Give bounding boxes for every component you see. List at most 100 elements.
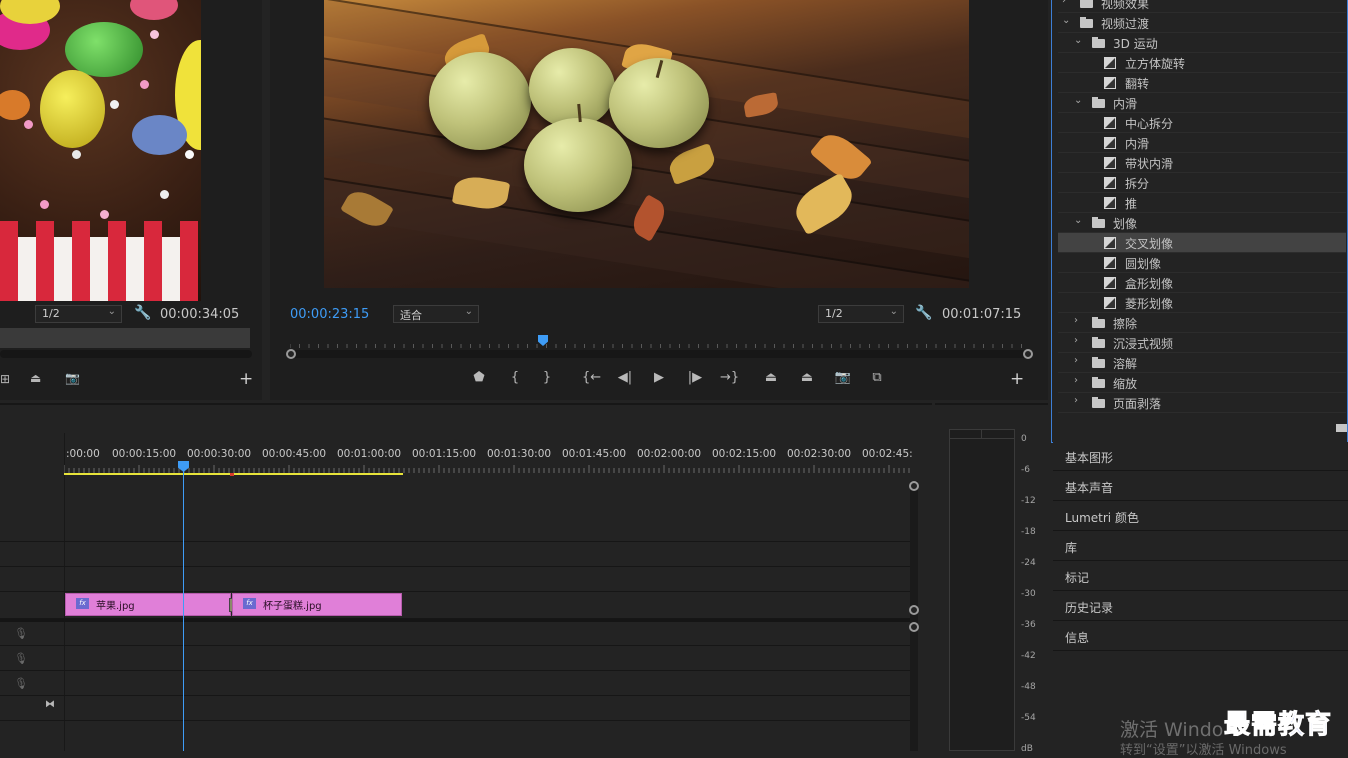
add-marker-icon[interactable]: ⬟ bbox=[470, 370, 488, 385]
effects-folder[interactable]: › 页面剥落 bbox=[1058, 393, 1346, 413]
chevron-right-icon[interactable]: › bbox=[1074, 355, 1078, 366]
effects-folder[interactable]: › 擦除 bbox=[1058, 313, 1346, 333]
chevron-right-icon[interactable]: › bbox=[1062, 0, 1066, 6]
add-button-icon[interactable]: + bbox=[239, 369, 253, 389]
effect-item[interactable]: 圆划像 bbox=[1058, 253, 1346, 273]
effect-item[interactable]: 推 bbox=[1058, 193, 1346, 213]
effects-folder[interactable]: ⌄ 3D 运动 bbox=[1058, 33, 1346, 53]
video-track-3[interactable] bbox=[0, 518, 910, 542]
effect-item[interactable]: 内滑 bbox=[1058, 133, 1346, 153]
panel-tab[interactable]: 标记 bbox=[1053, 562, 1348, 591]
go-to-in-icon[interactable]: {← bbox=[582, 370, 601, 385]
effect-item[interactable]: 中心拆分 bbox=[1058, 113, 1346, 133]
effects-folder[interactable]: ⌄ 视频过渡 bbox=[1058, 13, 1346, 33]
effect-item[interactable]: 翻转 bbox=[1058, 73, 1346, 93]
fx-badge[interactable]: fx bbox=[76, 598, 89, 609]
mark-in-icon[interactable]: { bbox=[506, 370, 524, 385]
extract-icon[interactable]: ⏏ bbox=[798, 370, 816, 385]
panel-tab[interactable]: 基本图形 bbox=[1053, 442, 1348, 471]
chevron-right-icon[interactable]: › bbox=[1074, 335, 1078, 346]
source-zoom-bar[interactable] bbox=[0, 328, 250, 348]
wrench-icon[interactable]: 🔧 bbox=[915, 305, 932, 321]
program-scale-dropdown[interactable]: 1/2 ⌄ bbox=[818, 305, 904, 323]
ruler-label: 00:01:15:00 bbox=[412, 448, 477, 460]
folder-icon bbox=[1092, 337, 1105, 348]
effects-folder[interactable]: › 溶解 bbox=[1058, 353, 1346, 373]
ruler-label: 00:00:45:00 bbox=[262, 448, 327, 460]
step-back-icon[interactable]: ◀| bbox=[616, 370, 634, 385]
export-frame-icon[interactable]: 📷 bbox=[834, 370, 852, 385]
new-bin-icon[interactable] bbox=[1336, 424, 1347, 432]
tree-label: 视频效果 bbox=[1101, 0, 1150, 11]
fit-dropdown[interactable]: 适合 ⌄ bbox=[393, 305, 479, 323]
mark-out-icon[interactable]: } bbox=[538, 370, 556, 385]
panel-tab[interactable]: Lumetri 颜色 bbox=[1053, 502, 1348, 531]
effect-item[interactable]: 盒形划像 bbox=[1058, 273, 1346, 293]
clip-apple[interactable]: fx 苹果.jpg bbox=[65, 593, 231, 616]
program-monitor: 00:00:23:15 适合 ⌄ 1/2 ⌄ 🔧 00:01:07:15 ⬟ {}… bbox=[270, 0, 1048, 400]
microphone-icon[interactable]: 🎙 bbox=[14, 627, 28, 640]
effects-folder[interactable]: › 缩放 bbox=[1058, 373, 1346, 393]
effects-folder[interactable]: ⌄ 划像 bbox=[1058, 213, 1346, 233]
microphone-icon[interactable]: 🎙 bbox=[14, 677, 28, 690]
audio-track-2[interactable] bbox=[0, 647, 910, 671]
peak-left[interactable] bbox=[950, 430, 982, 439]
audio-track-3[interactable] bbox=[0, 672, 910, 696]
chevron-right-icon[interactable]: › bbox=[1074, 315, 1078, 326]
microphone-icon[interactable]: 🎙 bbox=[14, 652, 28, 665]
panel-tab[interactable]: 库 bbox=[1053, 532, 1348, 561]
step-forward-icon[interactable]: |▶ bbox=[686, 370, 704, 385]
clip-cupcake[interactable]: fx 杯子蛋糕.jpg bbox=[232, 593, 402, 616]
master-track[interactable] bbox=[0, 697, 910, 721]
go-to-out-icon[interactable]: →} bbox=[720, 370, 739, 385]
program-current-time[interactable]: 00:00:23:15 bbox=[290, 307, 369, 322]
scroll-left-handle[interactable] bbox=[286, 349, 296, 359]
program-time-ruler[interactable] bbox=[289, 337, 1030, 349]
effect-item[interactable]: 交叉划像 bbox=[1058, 233, 1346, 253]
chevron-right-icon[interactable]: › bbox=[1074, 375, 1078, 386]
overwrite-icon[interactable]: ⏏ bbox=[30, 371, 41, 385]
program-scrollbar[interactable] bbox=[286, 349, 1033, 359]
panel-tab[interactable]: 基本声音 bbox=[1053, 472, 1348, 501]
add-button-icon[interactable]: + bbox=[1010, 369, 1024, 389]
master-volume-icon[interactable]: ⧓ bbox=[45, 699, 55, 710]
panel-tab[interactable]: 信息 bbox=[1053, 622, 1348, 651]
chevron-down-icon[interactable]: ⌄ bbox=[1074, 215, 1082, 226]
playhead-line bbox=[183, 461, 184, 751]
effects-folder[interactable]: ⌄ 内滑 bbox=[1058, 93, 1346, 113]
vertical-scrollbar[interactable] bbox=[910, 481, 918, 751]
camera-icon[interactable]: 📷 bbox=[65, 371, 80, 385]
peak-right[interactable] bbox=[982, 430, 1014, 439]
meter-frame bbox=[949, 429, 1015, 751]
source-scrollbar[interactable] bbox=[0, 350, 252, 358]
panel-divider bbox=[0, 403, 932, 405]
effects-folder[interactable]: › 沉浸式视频 bbox=[1058, 333, 1346, 353]
play-icon[interactable]: ▶ bbox=[650, 370, 668, 385]
effect-item[interactable]: 带状内滑 bbox=[1058, 153, 1346, 173]
ruler-label: 00:01:00:00 bbox=[337, 448, 402, 460]
effects-folder[interactable]: › 视频效果 bbox=[1058, 0, 1346, 13]
scroll-handle-audio[interactable] bbox=[909, 622, 919, 632]
audio-track-1[interactable] bbox=[0, 622, 910, 646]
compare-view-icon[interactable]: ⧉ bbox=[868, 370, 886, 385]
tree-label: 内滑 bbox=[1125, 137, 1150, 151]
fx-badge[interactable]: fx bbox=[243, 598, 256, 609]
insert-icon[interactable]: ⊞ bbox=[0, 372, 10, 386]
chevron-down-icon[interactable]: ⌄ bbox=[1062, 15, 1070, 26]
effect-item[interactable]: 菱形划像 bbox=[1058, 293, 1346, 313]
panel-tab[interactable]: 历史记录 bbox=[1053, 592, 1348, 621]
chevron-down-icon[interactable]: ⌄ bbox=[1074, 95, 1082, 106]
chevron-right-icon[interactable]: › bbox=[1074, 395, 1078, 406]
video-track-2[interactable] bbox=[0, 543, 910, 567]
effect-item[interactable]: 拆分 bbox=[1058, 173, 1346, 193]
wrench-icon[interactable]: 🔧 bbox=[134, 305, 151, 321]
source-scale-dropdown[interactable]: 1/2 ⌄ bbox=[35, 305, 122, 323]
scroll-right-handle[interactable] bbox=[1023, 349, 1033, 359]
program-duration: 00:01:07:15 bbox=[942, 307, 1022, 322]
panel-divider bbox=[935, 403, 1048, 405]
effect-item[interactable]: 立方体旋转 bbox=[1058, 53, 1346, 73]
chevron-down-icon[interactable]: ⌄ bbox=[1074, 35, 1082, 46]
lift-icon[interactable]: ⏏ bbox=[762, 370, 780, 385]
scroll-handle-mid[interactable] bbox=[909, 605, 919, 615]
scroll-handle-top[interactable] bbox=[909, 481, 919, 491]
